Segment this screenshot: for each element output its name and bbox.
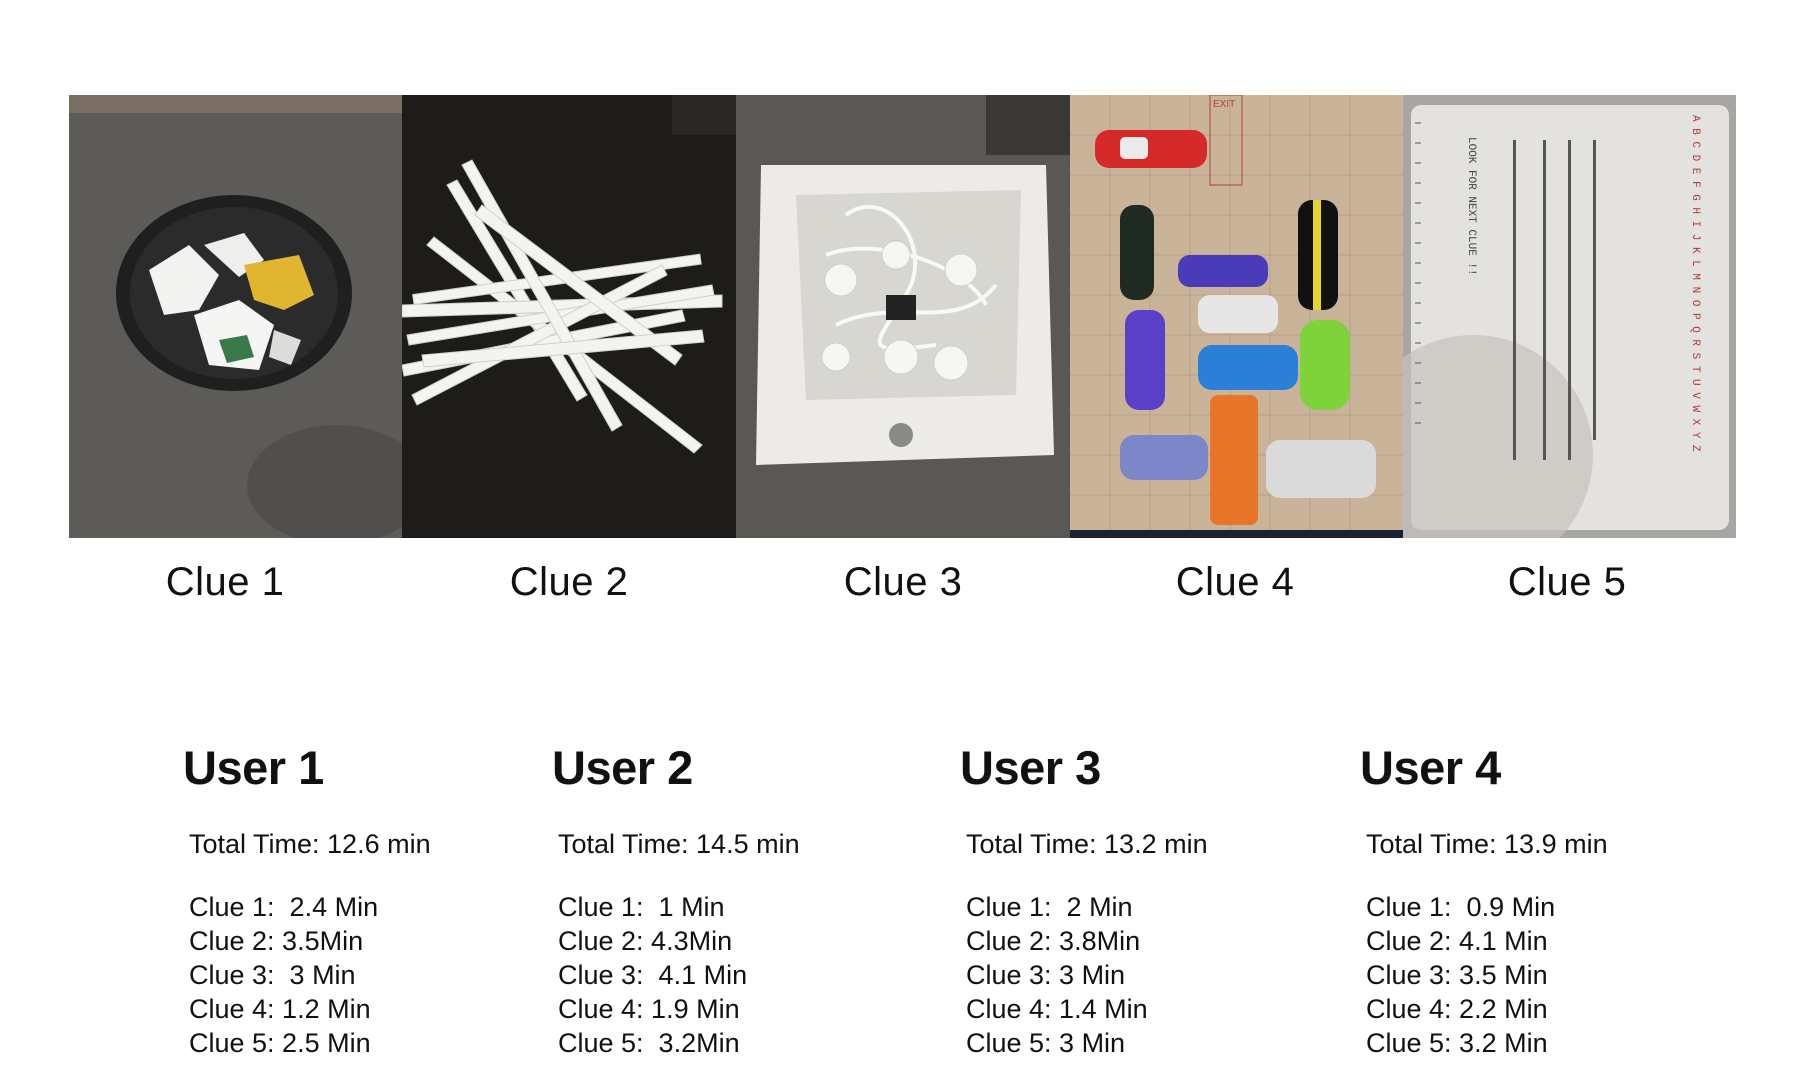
user-2-clue-4-time: Clue 4: 1.9 Min — [558, 994, 740, 1024]
user-3-title: User 3 — [960, 741, 1101, 794]
user-1-clue-5-time: Clue 5: 2.5 Min — [189, 1028, 371, 1058]
clue-label-2: Clue 2 — [509, 560, 629, 604]
user-4-total-time: Total Time: 13.9 min — [1366, 829, 1608, 859]
user-3-clue-5-time: Clue 5: 3 Min — [966, 1028, 1126, 1058]
user-2-total-time: Total Time: 14.5 min — [558, 829, 800, 859]
user-4-clue-1-time: Clue 1: 0.9 Min — [1366, 892, 1556, 922]
user-4-clue-5-time: Clue 5: 3.2 Min — [1366, 1028, 1548, 1058]
user-3-results: User 3 Total Time: 13.2 min Clue 1: 2 Mi… — [960, 740, 1300, 1060]
clue-label-1: Clue 1 — [165, 560, 285, 604]
clue-1-photo — [69, 95, 402, 538]
user-1-results: User 1 Total Time: 12.6 min Clue 1: 2.4 … — [183, 740, 523, 1060]
user-3-clue-times: Clue 1: 2 Min Clue 2: 3.8Min Clue 3: 3 M… — [966, 890, 1300, 1060]
clue-photo-strip: EXIT LOOK FOR NEXT CLUE !! A B C D E F G… — [69, 95, 1736, 538]
user-2-clue-3-time: Clue 3: 4.1 Min — [558, 960, 748, 990]
clue-3-photo — [736, 95, 1070, 538]
user-2-clue-5-time: Clue 5: 3.2Min — [558, 1028, 740, 1058]
user-1-total-time: Total Time: 12.6 min — [189, 829, 431, 859]
clue-label-4: Clue 4 — [1175, 560, 1295, 604]
user-1-clue-4-time: Clue 4: 1.2 Min — [189, 994, 371, 1024]
user-1-clue-times: Clue 1: 2.4 Min Clue 2: 3.5Min Clue 3: 3… — [189, 890, 523, 1060]
user-4-clue-3-time: Clue 3: 3.5 Min — [1366, 960, 1548, 990]
user-2-clue-times: Clue 1: 1 Min Clue 2: 4.3Min Clue 3: 4.1… — [558, 890, 892, 1060]
user-3-total-time: Total Time: 13.2 min — [966, 829, 1208, 859]
exit-sign: EXIT — [1213, 99, 1235, 110]
user-4-clue-times: Clue 1: 0.9 Min Clue 2: 4.1 Min Clue 3: … — [1366, 890, 1700, 1060]
user-3-clue-3-time: Clue 3: 3 Min — [966, 960, 1126, 990]
user-1-clue-3-time: Clue 3: 3 Min — [189, 960, 356, 990]
user-3-clue-1-time: Clue 1: 2 Min — [966, 892, 1133, 922]
clue-5-photo: LOOK FOR NEXT CLUE !! A B C D E F G H I … — [1403, 95, 1736, 538]
user-2-results: User 2 Total Time: 14.5 min Clue 1: 1 Mi… — [552, 740, 892, 1060]
clue-2-photo — [402, 95, 736, 538]
user-1-clue-1-time: Clue 1: 2.4 Min — [189, 892, 379, 922]
user-4-title: User 4 — [1360, 741, 1501, 794]
user-4-results: User 4 Total Time: 13.9 min Clue 1: 0.9 … — [1360, 740, 1700, 1060]
user-3-clue-2-time: Clue 2: 3.8Min — [966, 926, 1141, 956]
user-2-clue-2-time: Clue 2: 4.3Min — [558, 926, 733, 956]
user-4-clue-2-time: Clue 2: 4.1 Min — [1366, 926, 1548, 956]
clue-4-photo: EXIT — [1070, 95, 1403, 538]
clue-5-note: LOOK FOR NEXT CLUE !! — [1465, 137, 1477, 276]
user-1-title: User 1 — [183, 741, 324, 794]
user-3-clue-4-time: Clue 4: 1.4 Min — [966, 994, 1148, 1024]
user-4-clue-4-time: Clue 4: 2.2 Min — [1366, 994, 1548, 1024]
clue-5-alphabet: A B C D E F G H I J K L M N O P Q R S T … — [1689, 115, 1701, 452]
clue-label-5: Clue 5 — [1507, 560, 1627, 604]
clue-label-3: Clue 3 — [843, 560, 963, 604]
user-1-clue-2-time: Clue 2: 3.5Min — [189, 926, 364, 956]
user-2-clue-1-time: Clue 1: 1 Min — [558, 892, 725, 922]
user-2-title: User 2 — [552, 741, 693, 794]
